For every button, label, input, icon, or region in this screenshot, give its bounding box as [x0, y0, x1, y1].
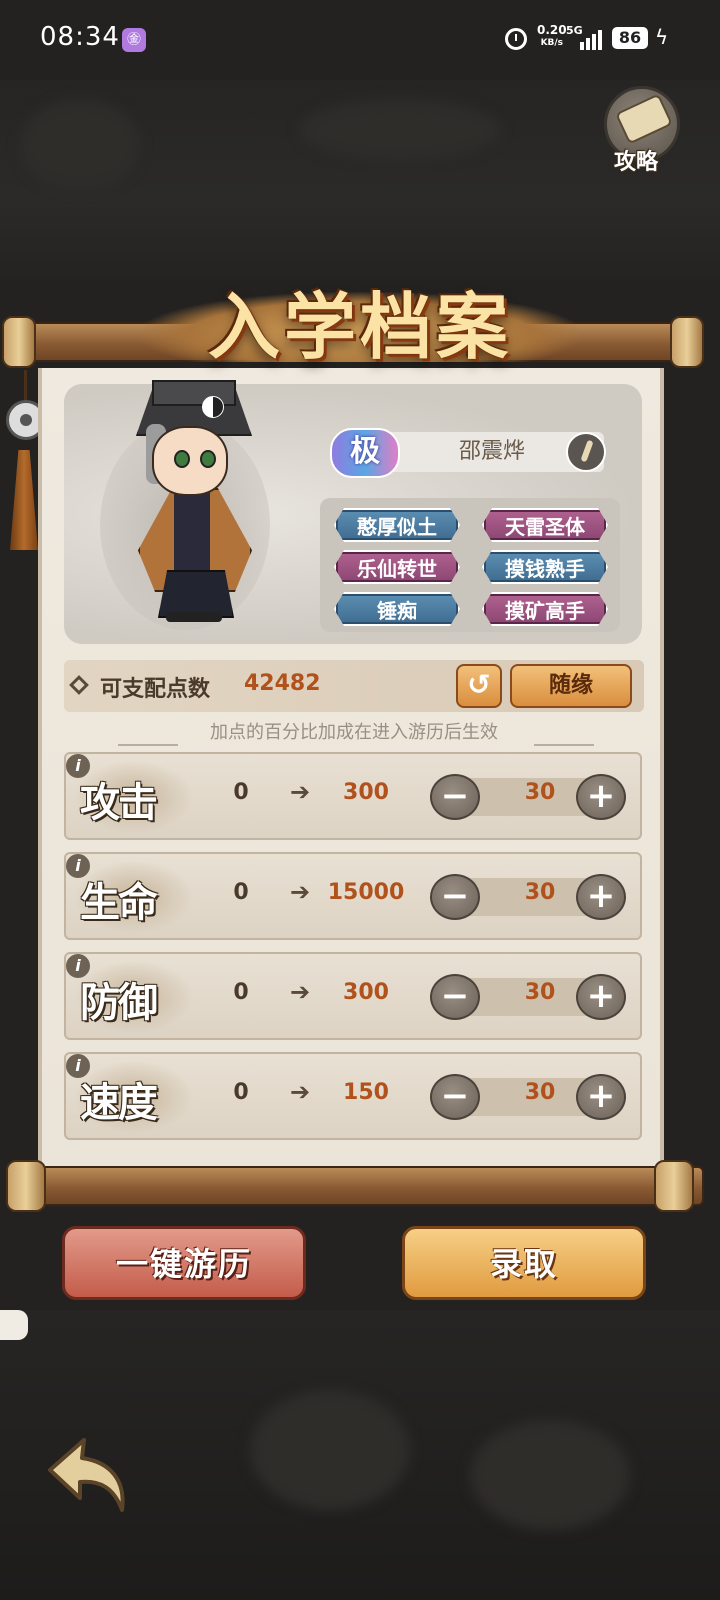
tassel-decoration — [10, 450, 38, 550]
head — [152, 426, 228, 496]
hint-divider-right — [534, 744, 594, 746]
stat-base-value: 0 — [233, 880, 249, 905]
guide-label: 攻略 — [614, 150, 659, 175]
stat-target-value: 150 — [343, 1080, 389, 1105]
scroll-cap-left — [2, 316, 36, 368]
battery-icon: 86 — [612, 27, 648, 49]
stat-name: 防御 — [80, 979, 158, 1026]
character-portrait — [128, 380, 258, 630]
points-value: 42482 — [244, 671, 321, 696]
trait-tag[interactable]: 天雷圣体 — [482, 508, 608, 542]
stat-name: 攻击 — [80, 779, 158, 826]
hint-divider-left — [118, 744, 178, 746]
eye — [174, 450, 190, 468]
back-arrow-icon[interactable] — [44, 1436, 130, 1516]
trait-tag[interactable]: 乐仙转世 — [334, 550, 460, 584]
minus-button[interactable]: − — [430, 974, 480, 1020]
yin-yang-icon — [202, 396, 224, 418]
status-bar: 08:34 ㊎ 0.20 KB/s 5G 86 ϟ — [0, 0, 720, 80]
scroll-cap-right — [654, 1160, 694, 1212]
alarm-icon — [505, 28, 527, 50]
stat-row-defense: i 防御 0 ➔ 300 − 30 + — [64, 952, 642, 1040]
rename-brush-button[interactable] — [566, 432, 606, 472]
stat-base-value: 0 — [233, 1080, 249, 1105]
minus-button[interactable]: − — [430, 874, 480, 920]
hat-top — [152, 380, 236, 406]
guide-button[interactable]: 攻略 — [602, 86, 684, 175]
scroll-cap-right — [670, 316, 704, 368]
stat-target-value: 300 — [343, 780, 389, 805]
stat-row-attack: i 攻击 0 ➔ 300 − 30 + — [64, 752, 642, 840]
plus-button[interactable]: + — [576, 874, 626, 920]
network-speed-unit: KB/s — [540, 38, 564, 48]
plus-button[interactable]: + — [576, 774, 626, 820]
background-blur — [470, 1420, 630, 1530]
reset-points-button[interactable]: ↺ — [456, 664, 502, 708]
network-speed-value: 0.20 — [537, 23, 567, 37]
arrow-right-icon: ➔ — [290, 978, 311, 1006]
background-blur — [300, 100, 500, 160]
stat-base-value: 0 — [233, 780, 249, 805]
feet — [166, 612, 222, 622]
chat-icon[interactable] — [0, 1310, 28, 1340]
scroll-bottom-rod — [14, 1166, 704, 1206]
background-blur — [250, 1390, 410, 1510]
bonus-hint: 加点的百分比加成在进入游历后生效 — [210, 722, 498, 743]
one-click-tour-button[interactable]: 一键游历 — [62, 1226, 306, 1300]
arrow-right-icon: ➔ — [290, 778, 311, 806]
plus-button[interactable]: + — [576, 974, 626, 1020]
stat-target-value: 15000 — [327, 880, 405, 905]
trait-tag[interactable]: 憨厚似土 — [334, 508, 460, 542]
eye — [200, 450, 216, 468]
step-value: 30 — [524, 780, 556, 805]
arrow-right-icon: ➔ — [290, 878, 311, 906]
network-type: 5G — [566, 24, 583, 37]
skirt — [158, 570, 234, 618]
stat-target-value: 300 — [343, 980, 389, 1005]
arrow-right-icon: ➔ — [290, 1078, 311, 1106]
network-speed: 0.20 KB/s — [537, 24, 567, 50]
undo-icon: ↺ — [467, 668, 491, 701]
tassel-string — [24, 370, 27, 402]
stat-row-health: i 生命 0 ➔ 15000 − 30 + — [64, 852, 642, 940]
stat-base-value: 0 — [233, 980, 249, 1005]
trait-tag[interactable]: 锤痴 — [334, 592, 460, 626]
scroll-cap-left — [6, 1160, 46, 1212]
random-allocate-button[interactable]: 随缘 — [510, 664, 632, 708]
minus-button[interactable]: − — [430, 1074, 480, 1120]
points-label: 可支配点数 — [100, 677, 211, 702]
trait-tag[interactable]: 摸钱熟手 — [482, 550, 608, 584]
trait-tag[interactable]: 摸矿高手 — [482, 592, 608, 626]
admit-button[interactable]: 录取 — [402, 1226, 646, 1300]
charging-icon: ϟ — [655, 25, 669, 49]
stat-name: 生命 — [80, 879, 158, 926]
minus-button[interactable]: − — [430, 774, 480, 820]
clock: 08:34 — [40, 22, 120, 52]
page-title: 入学档案 — [207, 285, 512, 369]
step-value: 30 — [524, 980, 556, 1005]
signal-icon: 5G — [566, 24, 606, 52]
step-value: 30 — [524, 880, 556, 905]
plus-button[interactable]: + — [576, 1074, 626, 1120]
step-value: 30 — [524, 1080, 556, 1105]
notification-app-icon: ㊎ — [122, 28, 146, 52]
rank-badge: 极 — [330, 428, 400, 478]
stat-name: 速度 — [80, 1079, 158, 1126]
background-blur — [20, 100, 140, 190]
stat-row-speed: i 速度 0 ➔ 150 − 30 + — [64, 1052, 642, 1140]
